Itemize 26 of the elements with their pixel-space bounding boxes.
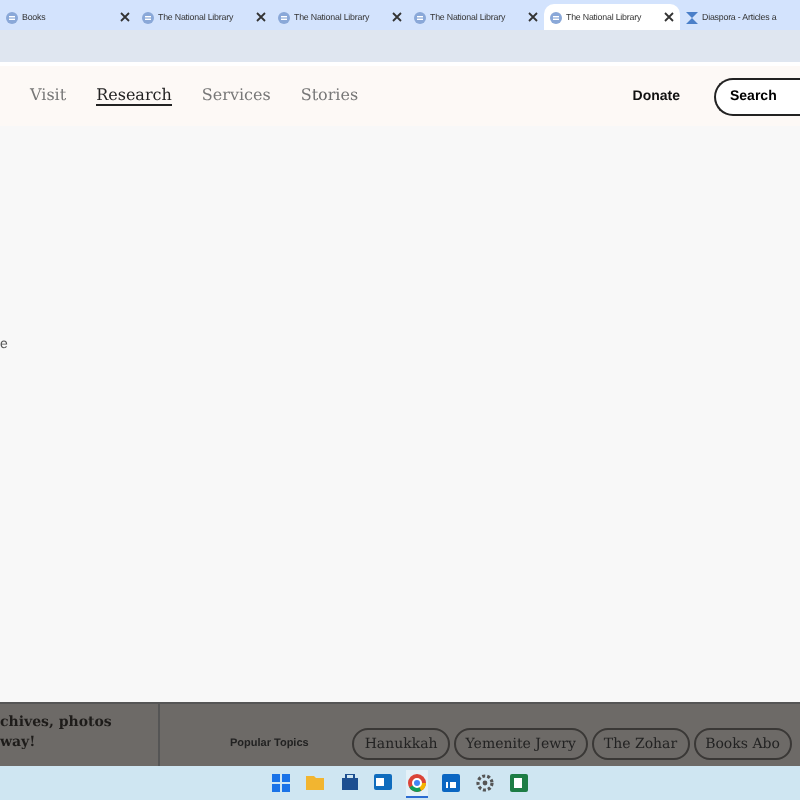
- folder-icon: [306, 774, 324, 790]
- taskbar-app[interactable]: [270, 769, 292, 797]
- taskbar-app[interactable]: [508, 769, 530, 797]
- page-icon: [142, 11, 154, 23]
- windows-icon: [272, 773, 290, 791]
- gear-icon: [476, 773, 494, 791]
- taskbar-app[interactable]: [406, 769, 428, 797]
- close-icon[interactable]: [256, 12, 266, 22]
- page-icon: [278, 11, 290, 23]
- close-icon[interactable]: [664, 12, 674, 22]
- page-icon: [550, 11, 562, 23]
- bag-icon: [341, 774, 357, 790]
- close-icon[interactable]: [528, 12, 538, 22]
- nav-link[interactable]: Services: [201, 86, 271, 106]
- taskbar-app[interactable]: [440, 769, 462, 797]
- nav-link[interactable]: Research: [96, 86, 172, 106]
- browser-icon: [408, 773, 426, 791]
- page-icon: [6, 11, 18, 23]
- close-icon[interactable]: [120, 12, 130, 22]
- page-icon: [414, 11, 426, 23]
- spreadsheet-icon: [510, 773, 528, 791]
- nav-link[interactable]: Stories: [300, 86, 359, 106]
- site-icon: [686, 11, 698, 23]
- close-icon[interactable]: [392, 12, 402, 22]
- taskbar-app[interactable]: [474, 769, 496, 797]
- nav-link[interactable]: Visit: [30, 86, 67, 106]
